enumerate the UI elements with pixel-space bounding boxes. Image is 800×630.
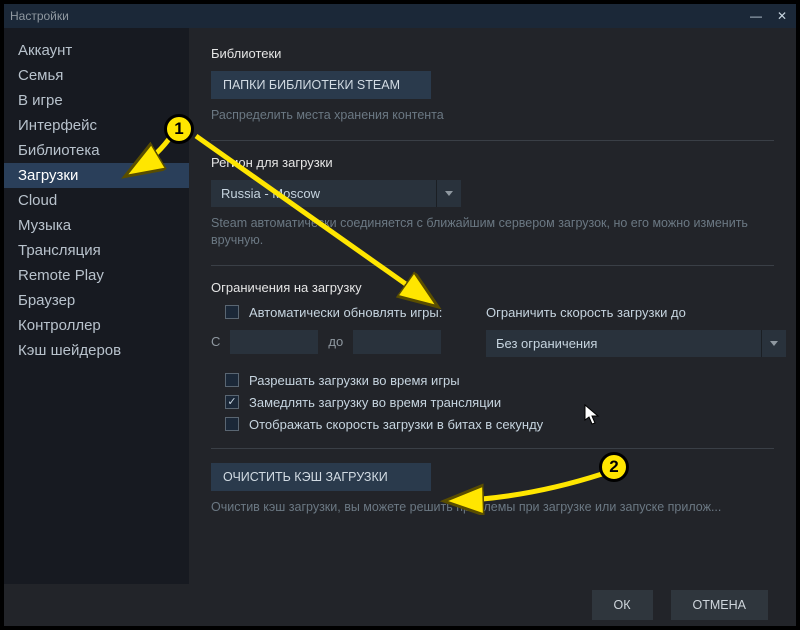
titlebar: Настройки — ✕ [4, 4, 796, 28]
helper-text: Очистив кэш загрузки, вы можете решить п… [211, 499, 774, 516]
checkbox-label: Замедлять загрузку во время трансляции [249, 395, 501, 410]
sidebar-item-label: Аккаунт [18, 42, 72, 59]
window-title: Настройки [10, 9, 69, 23]
sidebar-item-downloads[interactable]: Загрузки [4, 163, 189, 188]
divider [211, 265, 774, 266]
ok-button[interactable]: ОК [592, 590, 653, 620]
close-icon[interactable]: ✕ [774, 8, 790, 24]
settings-window: Настройки — ✕ Аккаунт Семья В игре Интер… [0, 0, 800, 630]
divider [211, 448, 774, 449]
sidebar-item-remoteplay[interactable]: Remote Play [4, 263, 189, 288]
sidebar-item-label: Контроллер [18, 317, 101, 334]
section-download-region: Регион для загрузки Russia - Moscow Stea… [211, 155, 774, 249]
sidebar-item-label: Интерфейс [18, 117, 97, 134]
helper-text: Steam автоматически соединяется с ближай… [211, 215, 774, 249]
sidebar-item-shadercache[interactable]: Кэш шейдеров [4, 338, 189, 363]
sidebar-item-browser[interactable]: Браузер [4, 288, 189, 313]
section-title: Регион для загрузки [211, 155, 774, 170]
window-controls: — ✕ [748, 8, 790, 24]
chevron-down-icon [437, 180, 461, 207]
sidebar-item-label: В игре [18, 92, 63, 109]
sidebar-item-label: Cloud [18, 192, 57, 209]
dialog-footer: ОК ОТМЕНА [4, 584, 796, 626]
sidebar-item-broadcast[interactable]: Трансляция [4, 238, 189, 263]
sidebar-item-label: Remote Play [18, 267, 104, 284]
sidebar-item-label: Библиотека [18, 142, 100, 159]
checkbox-label: Отображать скорость загрузки в битах в с… [249, 417, 543, 432]
section-clear-cache: ОЧИСТИТЬ КЭШ ЗАГРУЗКИ Очистив кэш загруз… [211, 463, 774, 516]
helper-text: Распределить места хранения контента [211, 107, 774, 124]
sidebar-item-music[interactable]: Музыка [4, 213, 189, 238]
sidebar-item-label: Кэш шейдеров [18, 342, 121, 359]
sidebar-item-interface[interactable]: Интерфейс [4, 113, 189, 138]
time-to-input[interactable] [353, 330, 441, 354]
checkbox-label: Автоматически обновлять игры: [249, 305, 442, 320]
sidebar-item-family[interactable]: Семья [4, 63, 189, 88]
section-libraries: Библиотеки ПАПКИ БИБЛИОТЕКИ STEAM Распре… [211, 46, 774, 124]
time-from-input[interactable] [230, 330, 318, 354]
allow-download-during-gameplay-checkbox[interactable] [225, 373, 239, 387]
download-region-select[interactable]: Russia - Moscow [211, 180, 461, 207]
auto-update-checkbox[interactable] [225, 305, 239, 319]
sidebar-item-controller[interactable]: Контроллер [4, 313, 189, 338]
chevron-down-icon [762, 330, 786, 357]
content-pane: Библиотеки ПАПКИ БИБЛИОТЕКИ STEAM Распре… [189, 28, 796, 584]
minimize-icon[interactable]: — [748, 8, 764, 24]
select-value: Без ограничения [486, 330, 762, 357]
sidebar-item-cloud[interactable]: Cloud [4, 188, 189, 213]
section-title: Библиотеки [211, 46, 774, 61]
cursor-icon [584, 404, 602, 426]
limit-download-label: Ограничить скорость загрузки до [486, 305, 786, 320]
divider [211, 140, 774, 141]
section-title: Ограничения на загрузку [211, 280, 774, 295]
sidebar-item-label: Трансляция [18, 242, 101, 259]
sidebar-item-account[interactable]: Аккаунт [4, 38, 189, 63]
clear-download-cache-button[interactable]: ОЧИСТИТЬ КЭШ ЗАГРУЗКИ [211, 463, 431, 491]
sidebar-item-label: Загрузки [18, 167, 78, 184]
from-label: С [211, 334, 220, 349]
download-limit-select[interactable]: Без ограничения [486, 330, 786, 357]
show-bits-checkbox[interactable] [225, 417, 239, 431]
sidebar-item-ingame[interactable]: В игре [4, 88, 189, 113]
section-download-restrictions: Ограничения на загрузку Автоматически об… [211, 280, 774, 432]
select-value: Russia - Moscow [211, 180, 437, 207]
to-label: до [328, 334, 343, 349]
steam-library-folders-button[interactable]: ПАПКИ БИБЛИОТЕКИ STEAM [211, 71, 431, 99]
sidebar-item-library[interactable]: Библиотека [4, 138, 189, 163]
annotation-badge-2: 2 [599, 452, 629, 482]
sidebar: Аккаунт Семья В игре Интерфейс Библиотек… [4, 28, 189, 584]
throttle-during-stream-checkbox[interactable] [225, 395, 239, 409]
checkbox-label: Разрешать загрузки во время игры [249, 373, 460, 388]
cancel-button[interactable]: ОТМЕНА [671, 590, 768, 620]
sidebar-item-label: Музыка [18, 217, 71, 234]
sidebar-item-label: Семья [18, 67, 63, 84]
sidebar-item-label: Браузер [18, 292, 75, 309]
annotation-badge-1: 1 [164, 114, 194, 144]
